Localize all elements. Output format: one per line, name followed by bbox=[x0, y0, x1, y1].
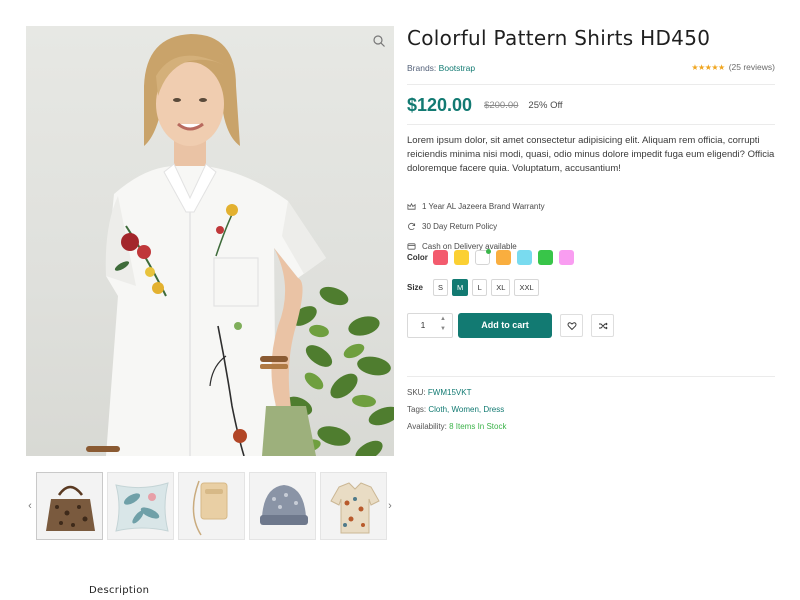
product-title: Colorful Pattern Shirts HD450 bbox=[407, 26, 711, 50]
availability-label: Availability: bbox=[407, 422, 447, 431]
color-selector: Color bbox=[407, 249, 580, 265]
thumbnail-patterned-shirt[interactable] bbox=[320, 472, 387, 540]
color-swatch[interactable] bbox=[475, 249, 491, 265]
chevron-right-icon[interactable]: › bbox=[385, 498, 395, 514]
beanie-icon bbox=[260, 485, 308, 525]
chevron-down-icon[interactable]: ▼ bbox=[439, 326, 447, 334]
add-to-cart-button[interactable]: Add to cart bbox=[458, 313, 552, 338]
feature-text: 1 Year AL Jazeera Brand Warranty bbox=[422, 201, 545, 211]
color-label: Color bbox=[407, 253, 428, 262]
size-option-s[interactable]: S bbox=[433, 279, 449, 296]
tags-links[interactable]: Cloth, Women, Dress bbox=[428, 405, 504, 414]
feature-return: 30 Day Return Policy bbox=[407, 216, 775, 236]
heart-icon bbox=[567, 321, 576, 330]
divider bbox=[407, 84, 775, 85]
size-selector: Size S M L XL XXL bbox=[407, 279, 543, 296]
feature-warranty: 1 Year AL Jazeera Brand Warranty bbox=[407, 196, 775, 216]
color-swatch[interactable] bbox=[496, 250, 511, 265]
chevron-up-icon[interactable]: ▲ bbox=[439, 316, 447, 324]
thumbnail-handbag[interactable] bbox=[36, 472, 103, 540]
chevron-left-icon[interactable]: ‹ bbox=[25, 498, 35, 514]
refresh-icon bbox=[408, 222, 416, 230]
divider bbox=[407, 376, 775, 377]
star-rating-icon: ★★★★★ bbox=[691, 62, 725, 72]
brand-label: Brands: bbox=[407, 63, 437, 73]
size-option-m[interactable]: M bbox=[452, 279, 469, 296]
color-swatch[interactable] bbox=[538, 250, 553, 265]
current-price: $120.00 bbox=[407, 94, 473, 115]
divider bbox=[407, 124, 775, 125]
crossbody-bag-icon bbox=[192, 480, 228, 536]
reviews-count[interactable]: (25 reviews) bbox=[729, 62, 775, 72]
thumbnail-carousel: ‹ › bbox=[26, 472, 394, 540]
size-label: Size bbox=[407, 283, 424, 292]
cart-row: 1 ▲ ▼ Add to cart bbox=[407, 313, 614, 338]
shirt-icon bbox=[330, 482, 380, 534]
product-summary: Colorful Pattern Shirts HD450 Brands: Bo… bbox=[407, 24, 775, 431]
size-option-xxl[interactable]: XXL bbox=[514, 279, 539, 296]
crown-icon bbox=[407, 202, 416, 210]
product-main-image[interactable] bbox=[26, 26, 394, 456]
thumbnail-cushion[interactable] bbox=[107, 472, 174, 540]
brand-info: Brands: Bootstrap bbox=[407, 63, 475, 73]
quantity-value[interactable]: 1 bbox=[408, 314, 438, 337]
price-row: $120.00 $200.00 25% Off bbox=[407, 86, 775, 124]
product-rating[interactable]: ★★★★★ (25 reviews) bbox=[691, 62, 775, 72]
wishlist-button[interactable] bbox=[560, 314, 583, 337]
discount-badge: 25% Off bbox=[528, 99, 563, 111]
tags-label: Tags: bbox=[407, 405, 427, 414]
sku-info: SKU: FWM15VKT bbox=[407, 388, 471, 397]
color-swatch[interactable] bbox=[559, 250, 574, 265]
feature-list: 1 Year AL Jazeera Brand Warranty 30 Day … bbox=[407, 196, 775, 256]
handbag-icon bbox=[46, 485, 95, 531]
compare-button[interactable] bbox=[591, 314, 614, 337]
model-photo bbox=[86, 34, 326, 456]
availability-value: 8 Items In Stock bbox=[449, 422, 507, 431]
product-description: Lorem ipsum dolor, sit amet consectetur … bbox=[407, 135, 775, 174]
color-swatch[interactable] bbox=[454, 250, 469, 265]
cushion-icon bbox=[115, 482, 169, 532]
thumbnail-crossbody-bag[interactable] bbox=[178, 472, 245, 540]
size-option-xl[interactable]: XL bbox=[491, 279, 511, 296]
color-swatch[interactable] bbox=[433, 250, 448, 265]
old-price: $200.00 bbox=[484, 99, 519, 111]
zoom-icon[interactable] bbox=[372, 34, 386, 48]
shuffle-icon bbox=[598, 322, 608, 329]
feature-text: 30 Day Return Policy bbox=[422, 221, 498, 231]
brand-link[interactable]: Bootstrap bbox=[439, 63, 475, 73]
quantity-stepper[interactable]: 1 ▲ ▼ bbox=[407, 313, 453, 338]
thumbnail-beanie[interactable] bbox=[249, 472, 316, 540]
sku-label: SKU: bbox=[407, 388, 426, 397]
availability-info: Availability: 8 Items In Stock bbox=[407, 422, 506, 431]
size-option-l[interactable]: L bbox=[472, 279, 488, 296]
color-swatch[interactable] bbox=[517, 250, 532, 265]
tags-info: Tags: Cloth, Women, Dress bbox=[407, 405, 504, 414]
product-meta-row: Brands: Bootstrap ★★★★★ (25 reviews) bbox=[407, 56, 775, 84]
sku-value: FWM15VKT bbox=[427, 388, 472, 397]
tab-description[interactable]: Description bbox=[89, 585, 149, 596]
